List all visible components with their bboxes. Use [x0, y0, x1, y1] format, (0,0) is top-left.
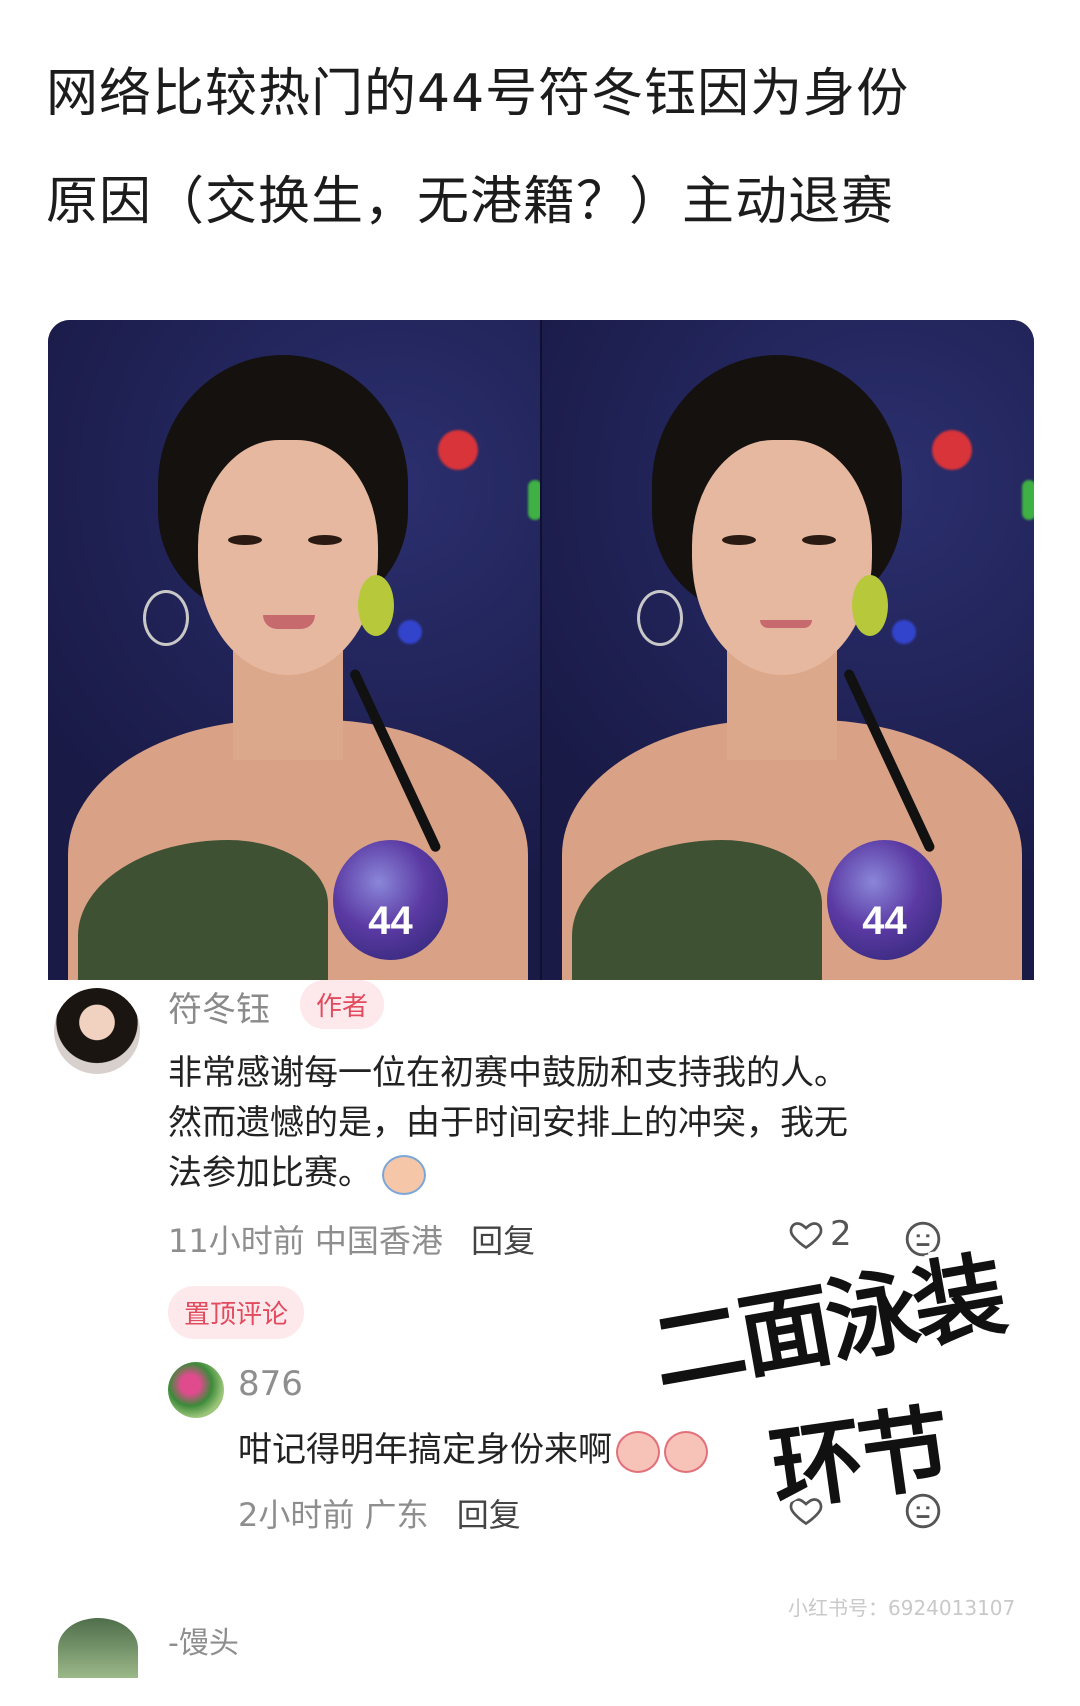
- comment-line: 非常感谢每一位在初赛中鼓励和支持我的人。: [168, 1053, 848, 1093]
- face: [198, 440, 378, 675]
- watermark: 小红书号：6924013107: [788, 1596, 1016, 1620]
- mouth: [263, 615, 315, 629]
- comment-line-3: 法参加比赛。: [168, 1148, 988, 1198]
- reply-text-content: 咁记得明年搞定身份来啊: [238, 1430, 612, 1470]
- next-commenter-avatar[interactable]: [58, 1618, 138, 1678]
- eye: [802, 535, 836, 545]
- crying-emoji-icon: [382, 1154, 426, 1195]
- eye: [228, 535, 262, 545]
- overlay-caption-line-1: 二面泳装: [644, 1241, 1011, 1408]
- stage-light: [398, 620, 422, 644]
- comment-line-text: 法参加比赛。: [168, 1153, 372, 1193]
- comment-location: 中国香港: [314, 1222, 443, 1260]
- photo-right-neutral: 44: [540, 320, 1034, 980]
- overlay-caption-line-2: 环节: [764, 1394, 954, 1525]
- contestant-number-badge: 44: [827, 840, 942, 960]
- mouth: [760, 620, 812, 628]
- next-commenter-name[interactable]: -馒头: [168, 1618, 239, 1662]
- author-comment-text: 非常感谢每一位在初赛中鼓励和支持我的人。 然而遗憾的是，由于时间安排上的冲突，我…: [168, 1048, 988, 1198]
- reply-comment-meta: 2小时前 广东 回复: [238, 1490, 521, 1536]
- replier-avatar[interactable]: [168, 1362, 224, 1418]
- face: [692, 440, 872, 675]
- heart-icon: [789, 1222, 823, 1250]
- headline-line-1: 网络比较热门的44号符冬钰因为身份: [46, 64, 910, 124]
- badge-number: 44: [862, 899, 907, 943]
- badge-number: 44: [368, 899, 413, 943]
- author-comment-meta: 11小时前 中国香港 回复: [168, 1216, 535, 1262]
- photo-left-smiling: 44: [48, 320, 540, 980]
- stage-light: [932, 430, 972, 470]
- author-name[interactable]: 符冬钰: [168, 982, 270, 1031]
- peach-kiss-emoji-icon: [616, 1430, 660, 1473]
- earring: [637, 590, 683, 646]
- author-badge: 作者: [300, 980, 385, 1029]
- reply-button[interactable]: 回复: [471, 1222, 535, 1260]
- reply-button[interactable]: 回复: [457, 1496, 521, 1534]
- stage-light: [892, 620, 916, 644]
- eye: [308, 535, 342, 545]
- pinned-comment-tag: 置顶评论: [168, 1286, 305, 1339]
- contestant-photo-collage[interactable]: 44 44: [48, 320, 1034, 980]
- eye: [722, 535, 756, 545]
- replier-name[interactable]: 876: [238, 1364, 303, 1404]
- contestant-number-badge: 44: [333, 840, 448, 960]
- comment-time: 2小时前: [238, 1496, 355, 1534]
- earring: [358, 575, 394, 636]
- earring: [852, 575, 888, 636]
- stage-light: [1022, 480, 1034, 520]
- earring: [143, 590, 189, 646]
- headline: 网络比较热门的44号符冬钰因为身份 原因（交换生，无港籍？）主动退赛: [46, 40, 1006, 256]
- comment-location: 广东: [364, 1496, 429, 1534]
- reply-comment-text: 咁记得明年搞定身份来啊: [238, 1422, 708, 1473]
- comment-time: 11小时前: [168, 1222, 305, 1260]
- headline-line-2: 原因（交换生，无港籍？）主动退赛: [46, 172, 895, 232]
- stage-light: [438, 430, 478, 470]
- author-avatar[interactable]: [54, 988, 140, 1074]
- peach-kiss-emoji-icon: [664, 1430, 708, 1473]
- stage-light: [528, 480, 540, 520]
- comment-line: 然而遗憾的是，由于时间安排上的冲突，我无: [168, 1103, 848, 1143]
